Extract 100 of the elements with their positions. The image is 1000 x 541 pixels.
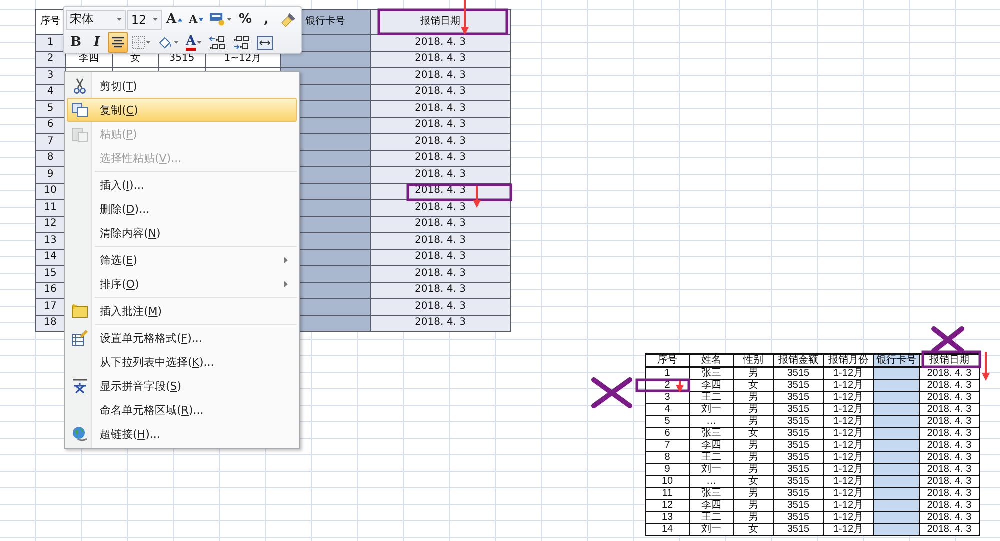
menu-item[interactable]: 命名单元格区域(R)... (67, 398, 297, 422)
menu-item[interactable]: 插入(I)... (67, 173, 297, 197)
table-cell (874, 404, 920, 416)
table-cell: … (690, 416, 734, 428)
table-cell: 8 (646, 452, 690, 464)
table-cell (874, 476, 920, 488)
font-name-dropdown[interactable]: 宋体 (66, 10, 126, 30)
table-cell: 3515 (774, 452, 824, 464)
caret-icon (117, 18, 122, 21)
table-cell: 3 (646, 392, 690, 404)
menu-item[interactable]: 清除内容(N) (67, 221, 297, 245)
format-cells-icon (72, 330, 88, 346)
row-number: 10 (36, 183, 66, 200)
table-cell: 1-12月 (824, 524, 874, 536)
cross-mark (932, 326, 964, 354)
table-cell: 2018. 4. 3 (370, 315, 510, 332)
shrink-font-button[interactable]: A (186, 9, 206, 30)
table-cell: 1-12月 (824, 392, 874, 404)
row-number: 7 (36, 134, 66, 150)
percent-button[interactable]: % (236, 9, 256, 30)
table-cell: 4 (646, 404, 690, 416)
down-caret-icon (198, 18, 204, 22)
menu-item[interactable]: 从下拉列表中选择(K)... (67, 350, 297, 374)
column-header: 报销金额 (774, 354, 824, 367)
table-cell: 2018. 4. 3 (370, 100, 510, 117)
table-cell: 张三 (690, 367, 734, 380)
table-cell: 1-12月 (824, 380, 874, 392)
table-cell: 1-12月 (824, 488, 874, 500)
caret-icon (146, 41, 151, 44)
row-number: 4 (36, 84, 66, 100)
arrow-mark (473, 186, 481, 208)
menu-item[interactable]: 插入批注(M) (67, 299, 297, 323)
row-number: 16 (36, 282, 66, 298)
align-center-icon (111, 36, 125, 48)
row-number: 5 (36, 100, 66, 117)
caret-icon (197, 41, 202, 44)
font-color-button[interactable]: A (183, 32, 206, 53)
grow-font-button[interactable]: A (163, 9, 186, 30)
menu-item[interactable]: 剪切(T) (67, 74, 297, 98)
menu-item[interactable]: 显示拼音字段(S) (67, 374, 297, 398)
table-cell: 王二 (690, 452, 734, 464)
table-cell (874, 392, 920, 404)
italic-button[interactable]: I (87, 32, 107, 53)
table-cell: 3515 (774, 476, 824, 488)
table-cell: 男 (734, 367, 774, 380)
table-cell: 张三 (690, 488, 734, 500)
caret-icon (174, 41, 179, 44)
column-header: 姓名 (690, 354, 734, 367)
row-number: 11 (36, 200, 66, 216)
arrow-mark (676, 381, 684, 393)
up-caret-icon (178, 18, 182, 22)
table-cell: 2018. 4. 3 (920, 404, 980, 416)
table-cell (874, 500, 920, 512)
menu-item[interactable]: 复制(C) (67, 98, 297, 122)
row-number: 9 (36, 166, 66, 183)
scissors-icon (74, 78, 86, 94)
table-cell: 2018. 4. 3 (920, 488, 980, 500)
row-number: 6 (36, 117, 66, 134)
table-cell: 2018. 4. 3 (370, 232, 510, 249)
table-cell: 刘一 (690, 524, 734, 536)
comma-button[interactable]: , (256, 9, 276, 30)
row-number: 3 (36, 68, 66, 84)
column-header: 报销月份 (824, 354, 874, 367)
row-number: 8 (36, 150, 66, 166)
merge-cells-icon (257, 36, 274, 50)
table-cell: 3515 (774, 512, 824, 524)
menu-item[interactable]: 设置单元格格式(F)... (67, 326, 297, 350)
menu-item[interactable]: 超链接(H)... (67, 422, 297, 446)
align-center-button[interactable] (108, 32, 128, 53)
table-cell: 2018. 4. 3 (370, 150, 510, 166)
table-cell: 刘一 (690, 404, 734, 416)
caret-icon (226, 18, 232, 21)
table-cell: 李四 (690, 380, 734, 392)
table-cell: 2018. 4. 3 (920, 416, 980, 428)
font-size-dropdown[interactable]: 12 (127, 10, 162, 30)
borders-icon (132, 36, 145, 49)
table-cell: 10 (646, 476, 690, 488)
menu-item[interactable]: 筛选(E) (67, 248, 297, 272)
table-cell: 2018. 4. 3 (920, 464, 980, 476)
table-cell: 2018. 4. 3 (370, 68, 510, 84)
submenu-arrow-icon (284, 256, 288, 264)
bold-button[interactable]: B (66, 32, 86, 53)
menu-item[interactable]: 删除(D)... (67, 197, 297, 221)
table-cell: 王二 (690, 392, 734, 404)
brush-icon (280, 12, 296, 28)
table-cell: 7 (646, 440, 690, 452)
caret-icon (153, 18, 158, 21)
table-cell: 2018. 4. 3 (370, 134, 510, 150)
table-cell (874, 440, 920, 452)
table-cell (874, 367, 920, 380)
table-cell: 1-12月 (824, 440, 874, 452)
menu-item[interactable]: 排序(O) (67, 272, 297, 296)
table-cell: 3515 (774, 392, 824, 404)
table-cell (874, 488, 920, 500)
row-number: 15 (36, 266, 66, 282)
table-cell (874, 428, 920, 440)
column-header: 序号 (646, 354, 690, 367)
table-cell: 2018. 4. 3 (370, 84, 510, 100)
table-cell: 2018. 4. 3 (370, 51, 510, 68)
cell-styles-icon (210, 12, 226, 26)
